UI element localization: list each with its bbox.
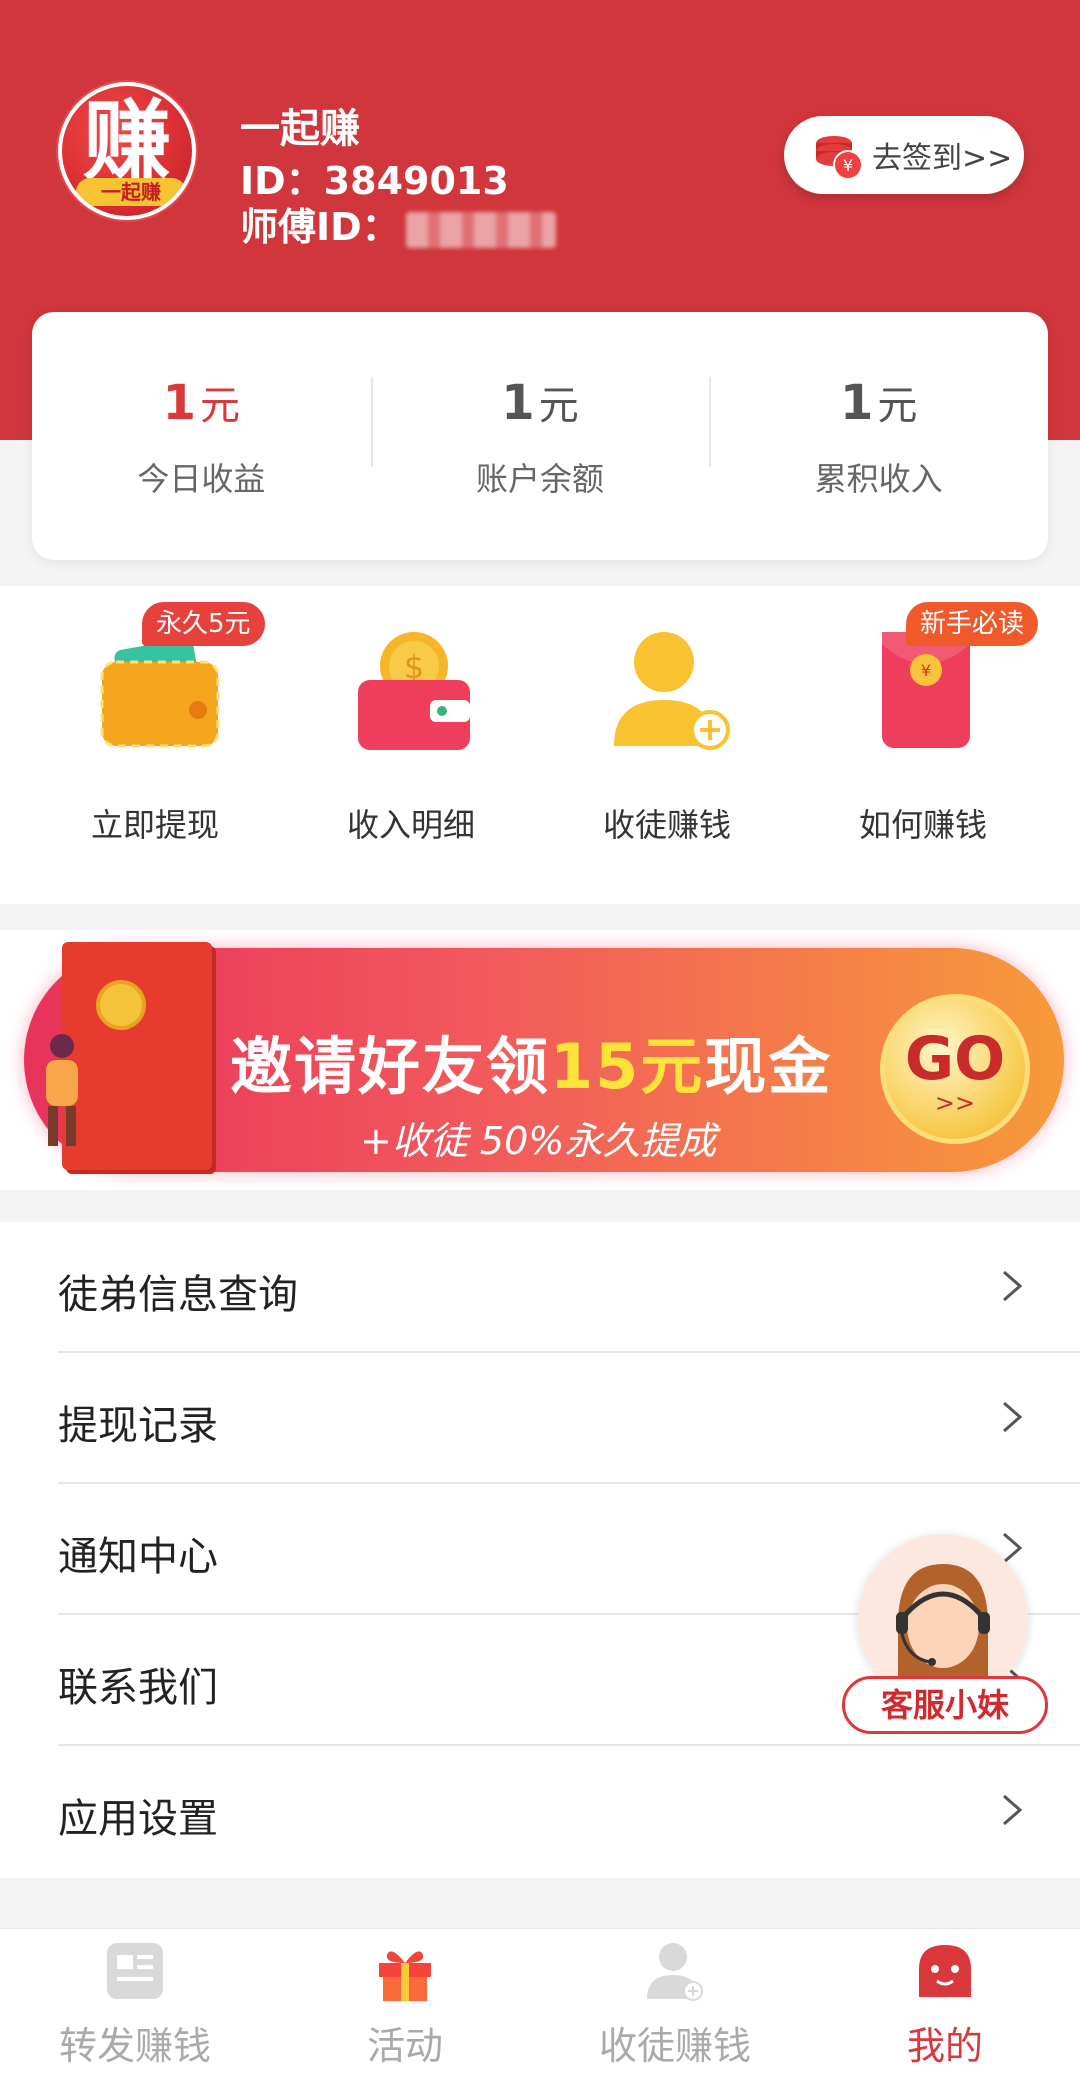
- tab-label: 转发赚钱: [58, 2024, 211, 2068]
- add-user-icon: [606, 626, 734, 754]
- master-id-label: 师傅ID：: [240, 205, 400, 249]
- chevron-right-icon: [1003, 1794, 1023, 1826]
- go-button[interactable]: GO >>: [880, 994, 1030, 1144]
- news-icon: [103, 1939, 167, 2003]
- banner-title-text: 邀请好友领: [230, 1030, 551, 1103]
- bottom-nav: 转发赚钱 活动 收徒赚钱 我的: [0, 1928, 1080, 2082]
- menu-item-label: 提现记录: [58, 1403, 218, 1449]
- quick-action-income-detail[interactable]: $ 收入明细: [276, 586, 546, 904]
- banner-title-text: 现金: [704, 1030, 833, 1103]
- banner-title: 邀请好友领15元现金: [230, 1016, 832, 1106]
- user-add-icon: [643, 1939, 707, 2003]
- signin-label: 去签到>>: [872, 141, 1013, 176]
- tab-recruit-earn[interactable]: 收徒赚钱: [540, 1929, 810, 2082]
- stat-label: 账户余额: [476, 459, 605, 498]
- customer-service-float[interactable]: 客服小妹: [842, 1534, 1048, 1742]
- menu-item-settings[interactable]: 应用设置: [0, 1746, 1080, 1877]
- stat-number: 1: [501, 374, 535, 431]
- menu-item-label: 通知中心: [58, 1534, 218, 1580]
- stat-today-income[interactable]: 1元 今日收益: [32, 373, 371, 500]
- tab-mine[interactable]: 我的: [810, 1929, 1080, 2082]
- stat-unit: 元: [877, 382, 918, 429]
- quick-action-how-to-earn[interactable]: ¥ 新手必读 如何赚钱: [788, 586, 1058, 904]
- quick-action-label: 收入明细: [346, 806, 475, 844]
- quick-action-withdraw[interactable]: 永久5元 立即提现: [20, 586, 290, 904]
- menu-item-withdraw-records[interactable]: 提现记录: [0, 1353, 1080, 1484]
- banner-subtitle: +收徒 50%永久提成: [360, 1119, 717, 1163]
- avatar-logo-ribbon: 一起赚: [76, 178, 186, 206]
- stat-unit: 元: [200, 382, 241, 429]
- stat-total-income[interactable]: 1元 累积收入: [709, 373, 1048, 500]
- coin-wallet-icon: $: [350, 626, 478, 754]
- stat-label: 今日收益: [137, 459, 266, 498]
- user-name: 一起赚: [240, 106, 360, 152]
- chevron-right-icon: [1003, 1270, 1023, 1302]
- tab-label: 我的: [906, 2024, 983, 2068]
- menu-item-label: 应用设置: [58, 1796, 218, 1842]
- quick-actions: 永久5元 立即提现 $ 收入明细 收徒赚钱 ¥ 新手必读 如何赚钱: [0, 586, 1080, 904]
- avatar-logo-char: 赚: [82, 90, 171, 193]
- service-label: 客服小妹: [842, 1676, 1048, 1734]
- tab-forward-earn[interactable]: 转发赚钱: [0, 1929, 270, 2082]
- stat-value: 1元: [709, 373, 1048, 436]
- go-label: GO: [904, 1024, 1006, 1094]
- gift-icon: [373, 1939, 437, 2003]
- stats-card: 1元 今日收益 1元 账户余额 1元 累积收入: [32, 312, 1048, 560]
- stat-account-balance[interactable]: 1元 账户余额: [370, 373, 710, 500]
- stat-value: 1元: [371, 373, 710, 436]
- stat-value: 1元: [32, 373, 371, 436]
- svg-text:¥: ¥: [921, 661, 931, 680]
- quick-action-label: 收徒赚钱: [602, 806, 731, 844]
- tab-activities[interactable]: 活动: [270, 1929, 540, 2082]
- signin-button[interactable]: ¥ 去签到>>: [784, 116, 1024, 194]
- quick-action-recruit[interactable]: 收徒赚钱: [532, 586, 802, 904]
- tab-label: 活动: [366, 2024, 443, 2068]
- quick-action-label: 立即提现: [90, 806, 219, 844]
- badge-permanent: 永久5元: [142, 602, 265, 646]
- menu-item-label: 联系我们: [58, 1665, 218, 1711]
- tab-label: 收徒赚钱: [598, 2024, 751, 2068]
- banner-person-graphic: [46, 1034, 78, 1146]
- coin-stack-icon: ¥: [812, 129, 864, 181]
- master-id-redacted: [405, 211, 556, 248]
- mine-face-icon: [913, 1939, 977, 2003]
- menu-item-label: 徒弟信息查询: [58, 1272, 298, 1318]
- stat-number: 1: [162, 374, 197, 431]
- quick-action-label: 如何赚钱: [858, 806, 987, 844]
- master-id: 师傅ID：: [240, 196, 556, 251]
- banner-title-amount: 15元: [550, 1030, 705, 1103]
- banner-coin-graphic: [96, 980, 146, 1030]
- badge-newbie: 新手必读: [906, 602, 1039, 646]
- svg-text:¥: ¥: [843, 156, 853, 175]
- stat-unit: 元: [538, 382, 579, 429]
- chevron-right-icon: [1003, 1401, 1023, 1433]
- invite-banner[interactable]: 邀请好友领15元现金 +收徒 50%永久提成 GO >>: [0, 930, 1080, 1190]
- avatar[interactable]: 赚 一起赚: [58, 82, 196, 220]
- stat-label: 累积收入: [814, 459, 943, 498]
- stat-number: 1: [839, 374, 874, 431]
- menu-item-apprentice-info[interactable]: 徒弟信息查询: [0, 1222, 1080, 1353]
